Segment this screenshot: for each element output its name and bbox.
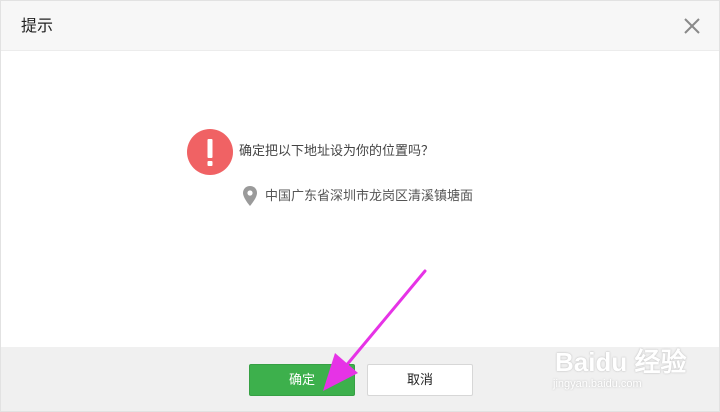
dialog-body: 确定把以下地址设为你的位置吗？ 中国广东省深圳市龙岗区清溪镇塘面 <box>1 51 719 347</box>
confirm-button[interactable]: 确定 <box>249 364 355 396</box>
close-icon[interactable] <box>680 14 704 38</box>
prompt-dialog: 提示 确定把以下地址设为你的位置吗？ 中国广东省深圳市龙岗区清溪镇塘面 确定 取… <box>0 0 720 412</box>
cancel-button[interactable]: 取消 <box>367 364 473 396</box>
confirm-question: 确定把以下地址设为你的位置吗？ <box>239 144 435 159</box>
location-address: 中国广东省深圳市龙岗区清溪镇塘面 <box>265 189 474 204</box>
exclamation-icon <box>187 129 233 175</box>
map-pin-icon <box>243 186 257 206</box>
dialog-title: 提示 <box>21 16 54 35</box>
dialog-header: 提示 <box>1 1 719 51</box>
dialog-footer: 确定 取消 <box>1 347 719 411</box>
